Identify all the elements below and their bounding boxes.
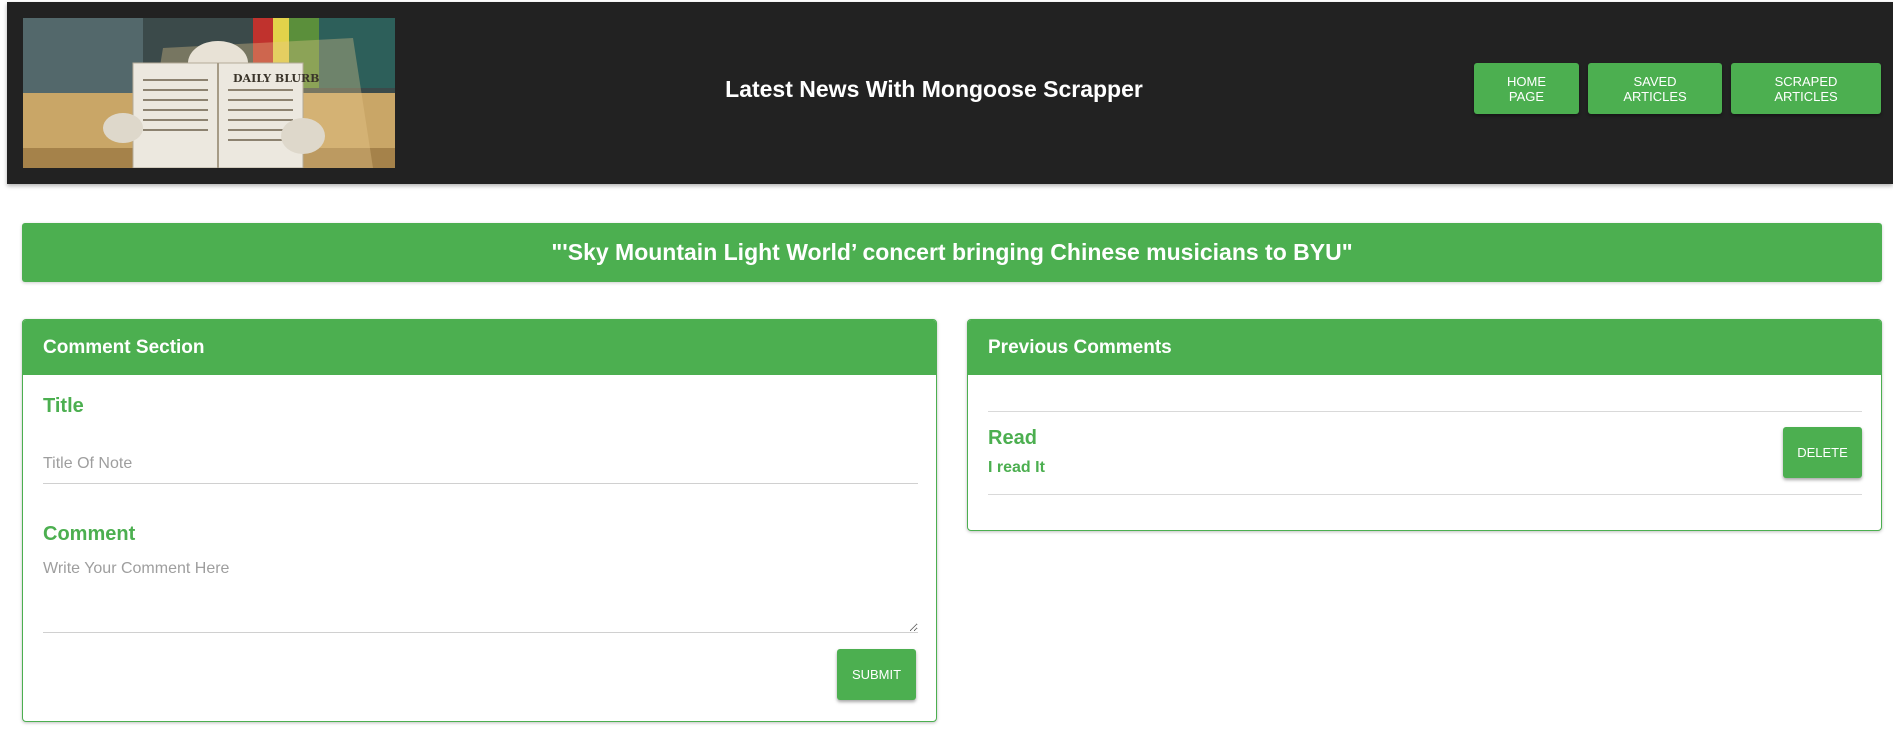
article-title-banner: "'Sky Mountain Light World’ concert brin… <box>22 223 1882 282</box>
divider <box>988 494 1862 495</box>
saved-articles-button[interactable]: SAVED ARTICLES <box>1588 63 1722 114</box>
comment-section-panel: Comment Section Title Comment SUBMIT <box>22 319 937 722</box>
comment-textarea[interactable] <box>43 560 918 633</box>
previous-comments-panel: Previous Comments Read I read It DELETE <box>967 319 1882 531</box>
comment-label: Comment <box>43 523 136 545</box>
top-nav: HOME PAGE SAVED ARTICLES SCRAPED ARTICLE… <box>1474 63 1881 114</box>
scraped-articles-button[interactable]: SCRAPED ARTICLES <box>1731 63 1881 114</box>
comment-body: I read It <box>988 459 1045 476</box>
site-header: DAILY BLURB Latest News With Mongoose Sc… <box>7 2 1893 184</box>
submit-button[interactable]: SUBMIT <box>837 649 916 700</box>
comment-title: Read <box>988 427 1037 449</box>
comment-section-heading: Comment Section <box>23 320 936 375</box>
home-page-button[interactable]: HOME PAGE <box>1474 63 1579 114</box>
note-title-input[interactable] <box>43 444 918 484</box>
title-label: Title <box>43 395 84 417</box>
divider <box>988 411 1862 412</box>
previous-comments-heading: Previous Comments <box>968 320 1881 375</box>
delete-comment-button[interactable]: DELETE <box>1783 427 1862 478</box>
